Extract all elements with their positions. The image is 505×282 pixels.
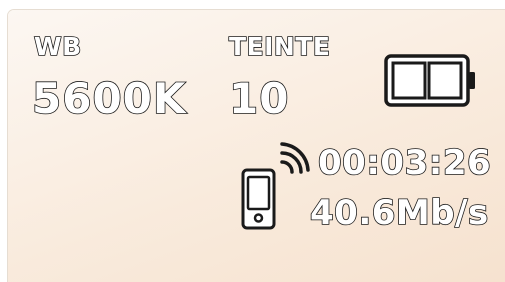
tint-label: TEINTE: [228, 32, 331, 61]
phone-streaming-icon: [241, 142, 310, 230]
battery-icon: [384, 54, 475, 107]
white-balance-value[interactable]: 5600K: [31, 77, 186, 121]
stream-duration: 00:03:26: [317, 143, 492, 183]
white-balance-label: WB: [33, 32, 82, 61]
tint-value[interactable]: 10: [228, 77, 289, 121]
camera-status-screen: WB 5600K TEINTE 10 00:03:26 40.6Mb/s: [8, 10, 505, 282]
battery-cell-left: [391, 61, 427, 100]
stream-bitrate: 40.6Mb/s: [309, 193, 489, 233]
battery-cell-right: [427, 61, 463, 100]
